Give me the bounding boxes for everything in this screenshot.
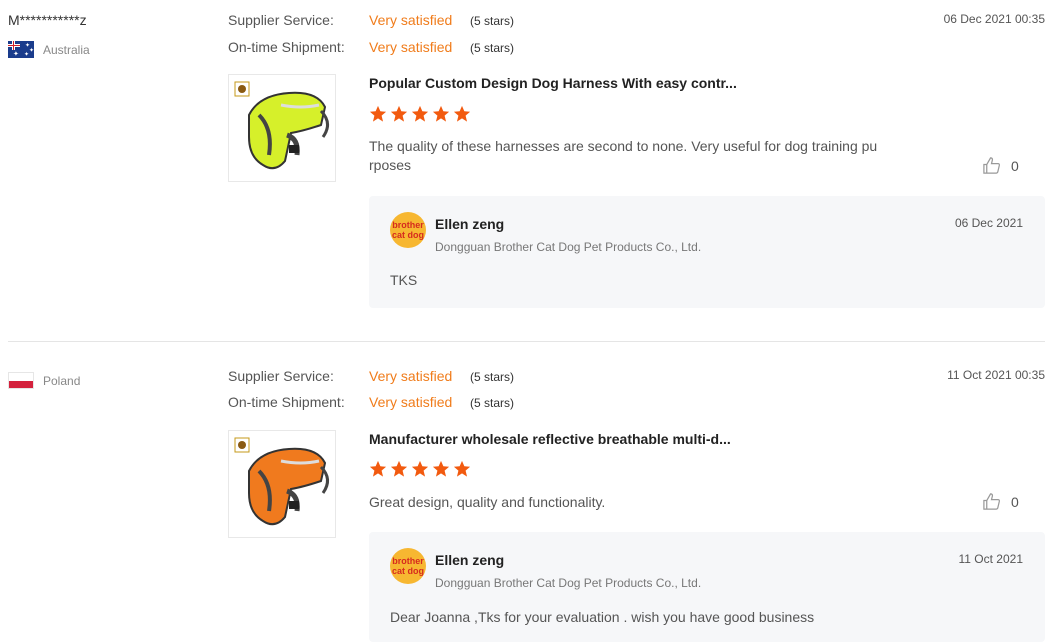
buyer-country: Poland <box>8 372 80 389</box>
seller-reply: brother cat dog Ellen zeng Dongguan Brot… <box>369 532 1045 642</box>
thumbs-up-icon <box>983 157 1000 174</box>
review-stars <box>369 105 471 123</box>
product-title-link[interactable]: Popular Custom Design Dog Harness With e… <box>369 75 737 91</box>
review-comment: The quality of these harnesses are secon… <box>369 138 878 173</box>
supplier-service-stars: (5 stars) <box>470 14 515 28</box>
star-icon <box>432 460 450 477</box>
supplier-service-label: Supplier Service: <box>228 12 334 28</box>
dog-harness-image <box>234 437 329 526</box>
star-icon <box>432 105 450 122</box>
like-button[interactable]: 0 <box>982 156 1019 175</box>
like-count: 0 <box>1011 493 1019 510</box>
like-button[interactable]: 0 <box>982 492 1019 511</box>
shipment-label: On-time Shipment: <box>228 394 345 410</box>
supplier-service-label: Supplier Service: <box>228 368 334 384</box>
product-thumbnail[interactable] <box>228 430 336 538</box>
country-name: Poland <box>43 373 81 388</box>
like-count: 0 <box>1011 157 1019 174</box>
thumbs-up-icon <box>983 493 1000 510</box>
avatar-logo-line2: cat dog <box>391 566 424 576</box>
star-icon <box>369 105 387 122</box>
supplier-service-value: Very satisfied <box>369 12 453 28</box>
star-icon <box>453 460 471 477</box>
supplier-service-stars: (5 stars) <box>470 370 515 384</box>
seller-company: Dongguan Brother Cat Dog Pet Products Co… <box>435 240 702 254</box>
avatar-logo-line1: brother <box>392 556 424 566</box>
review-comment: Great design, quality and functionality. <box>369 494 606 510</box>
avatar-logo-line1: brother <box>392 220 424 230</box>
product-thumbnail[interactable] <box>228 74 336 182</box>
review-date: 06 Dec 2021 00:35 <box>943 12 1045 26</box>
shipment-value: Very satisfied <box>369 39 453 55</box>
shipment-value: Very satisfied <box>369 394 453 410</box>
seller-avatar: brother cat dog <box>390 212 426 248</box>
seller-name: Ellen zeng <box>435 552 505 568</box>
dog-harness-image <box>234 81 329 170</box>
star-icon <box>411 105 429 122</box>
shipment-stars: (5 stars) <box>470 41 515 55</box>
seller-name: Ellen zeng <box>435 216 505 232</box>
seller-avatar: brother cat dog <box>390 548 426 584</box>
buyer-name: M***********z <box>8 12 87 28</box>
australia-flag-icon: ✦ ✦ ✦ ✦ <box>8 41 34 58</box>
seller-reply: brother cat dog Ellen zeng Dongguan Brot… <box>369 196 1045 308</box>
seller-company: Dongguan Brother Cat Dog Pet Products Co… <box>435 576 702 590</box>
star-icon <box>390 460 408 477</box>
reply-date: 06 Dec 2021 <box>954 216 1023 230</box>
supplier-service-value: Very satisfied <box>369 368 453 384</box>
country-name: Australia <box>43 42 90 57</box>
star-icon <box>411 460 429 477</box>
review-date: 11 Oct 2021 00:35 <box>947 368 1045 382</box>
review-divider <box>8 341 1045 342</box>
review-stars <box>369 460 471 478</box>
product-title-link[interactable]: Manufacturer wholesale reflective breath… <box>369 431 731 447</box>
avatar-logo-line2: cat dog <box>391 230 424 240</box>
buyer-country: ✦ ✦ ✦ ✦ Australia <box>8 41 90 58</box>
shipment-label: On-time Shipment: <box>228 39 345 55</box>
reply-text: Dear Joanna ,Tks for your evaluation . w… <box>390 609 815 625</box>
reply-text: TKS <box>390 272 418 288</box>
poland-flag-icon <box>8 372 34 389</box>
star-icon <box>453 105 471 122</box>
star-icon <box>369 460 387 477</box>
shipment-stars: (5 stars) <box>470 396 515 410</box>
star-icon <box>390 105 408 122</box>
reply-date: 11 Oct 2021 <box>958 552 1024 566</box>
